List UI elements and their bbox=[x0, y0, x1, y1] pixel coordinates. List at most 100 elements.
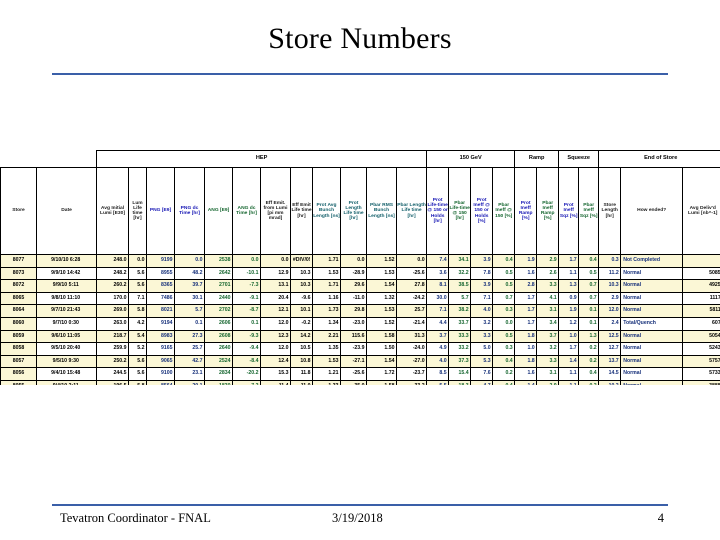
cell-store[interactable]: 8055 bbox=[0, 379, 37, 385]
col-header-ang-dc-time[interactable]: ANG dc Time [hr] bbox=[232, 167, 261, 255]
cell-21[interactable]: Total/Quench bbox=[620, 316, 684, 331]
cell-22[interactable]: 5054 bbox=[682, 329, 720, 344]
cell-21[interactable]: Normal bbox=[620, 304, 684, 318]
col-header-date[interactable]: Date bbox=[36, 167, 97, 255]
cell-21[interactable]: Normal bbox=[620, 329, 684, 344]
cell-11[interactable]: 0.0 bbox=[395, 254, 428, 268]
cell-date[interactable]: 9/4/10 2:11 bbox=[36, 379, 97, 385]
cell-4[interactable]: 1830 bbox=[204, 379, 233, 385]
cell-22[interactable]: 4925 bbox=[682, 279, 720, 293]
cell-19[interactable]: 0.1 bbox=[578, 304, 600, 318]
cell-0[interactable]: 250.2 bbox=[96, 354, 129, 369]
cell-17[interactable]: 3.4 bbox=[536, 316, 560, 331]
table-row[interactable]: 80559/4/10 2:11196.55.8856420.11830-7.21… bbox=[0, 379, 720, 385]
cell-0[interactable]: 248.2 bbox=[96, 266, 129, 281]
cell-12[interactable]: 3.6 bbox=[426, 266, 450, 281]
cell-20[interactable]: 14.5 bbox=[598, 367, 622, 381]
cell-4[interactable]: 2642 bbox=[204, 266, 233, 281]
cell-10[interactable]: 1.54 bbox=[366, 354, 397, 369]
cell-3[interactable]: 25.7 bbox=[174, 342, 205, 356]
cell-13[interactable]: 37.3 bbox=[448, 354, 472, 369]
cell-7[interactable]: -9.6 bbox=[290, 291, 313, 306]
col-header-prot-bunch-length[interactable]: Prot Avg Bunch Length [ns] bbox=[312, 167, 341, 255]
cell-3[interactable]: 48.2 bbox=[174, 266, 205, 281]
cell-22[interactable]: 5733 bbox=[682, 367, 720, 381]
cell-12[interactable]: 4.9 bbox=[426, 342, 450, 356]
col-header-avg-delivd-lumi[interactable]: Avg Deliv'd Lumi [nb^-1] bbox=[682, 167, 720, 255]
cell-20[interactable]: 12.5 bbox=[598, 329, 622, 344]
cell-13[interactable]: 5.7 bbox=[448, 291, 472, 306]
cell-8[interactable]: 1.33 bbox=[312, 379, 341, 385]
cell-0[interactable]: 244.5 bbox=[96, 367, 129, 381]
cell-20[interactable]: 13.7 bbox=[598, 354, 622, 369]
col-header-store-length[interactable]: Store Length [hr] bbox=[598, 167, 622, 255]
cell-12[interactable]: 4.4 bbox=[426, 316, 450, 331]
cell-4[interactable]: 2640 bbox=[204, 342, 233, 356]
table-row[interactable]: 8077 9/10/10 6:28 248.0 0.0 9199 0.0 2538 0.0 0.… bbox=[0, 254, 720, 268]
cell-5[interactable]: -7.2 bbox=[232, 379, 261, 385]
cell-11[interactable]: -21.4 bbox=[395, 316, 428, 331]
cell-11[interactable]: -24.2 bbox=[395, 291, 428, 306]
cell-13[interactable]: 38.2 bbox=[448, 304, 472, 318]
cell-18[interactable]: 1.9 bbox=[558, 304, 580, 318]
col-header-ang[interactable]: ANG [E9] bbox=[204, 167, 233, 255]
cell-date[interactable]: 9/8/10 11:10 bbox=[36, 291, 97, 306]
cell-9[interactable]: -23.9 bbox=[340, 342, 367, 356]
col-header-png-dc-time[interactable]: PNG dc Time [hr] bbox=[174, 167, 205, 255]
cell-17[interactable]: 3.2 bbox=[536, 342, 560, 356]
cell-16[interactable]: 1.7 bbox=[514, 304, 538, 318]
cell-0[interactable]: 248.0 bbox=[96, 254, 129, 268]
cell-14[interactable]: 7.6 bbox=[470, 367, 494, 381]
cell-17[interactable]: 3.3 bbox=[536, 279, 560, 293]
cell-8[interactable]: 1.71 bbox=[312, 279, 341, 293]
cell-11[interactable]: 31.3 bbox=[395, 329, 428, 344]
cell-18[interactable]: 1.4 bbox=[558, 354, 580, 369]
cell-date[interactable]: 9/5/10 20:40 bbox=[36, 342, 97, 356]
cell-14[interactable]: 3.9 bbox=[470, 279, 494, 293]
cell-21[interactable]: Normal bbox=[620, 367, 684, 381]
cell-9[interactable]: -11.0 bbox=[340, 291, 367, 306]
table-row[interactable]: 8057 9/5/10 9:30 250.2 5.6 9065 42.7 2524 -8.4 1… bbox=[0, 354, 720, 369]
cell-10[interactable]: 1.52 bbox=[366, 254, 397, 268]
cell-5[interactable]: -9.3 bbox=[232, 329, 261, 344]
cell-11[interactable]: -23.7 bbox=[395, 367, 428, 381]
cell-19[interactable]: 0.5 bbox=[578, 266, 600, 281]
cell-22[interactable]: 5085 bbox=[682, 266, 720, 281]
col-header-how-ended[interactable]: How ended? bbox=[620, 167, 684, 255]
cell-7[interactable]: 10.3 bbox=[290, 266, 313, 281]
cell-21[interactable]: Normal bbox=[620, 342, 684, 356]
cell-17[interactable]: 3.1 bbox=[536, 367, 560, 381]
cell-15[interactable]: 0.0 bbox=[492, 316, 516, 331]
cell-17[interactable]: 4.1 bbox=[536, 291, 560, 306]
table-row[interactable]: 8073 9/9/10 14:42 248.2 5.6 8955 48.2 2642 -10.… bbox=[0, 266, 720, 281]
cell-8[interactable]: 1.53 bbox=[312, 266, 341, 281]
cell-13[interactable]: 33.7 bbox=[448, 316, 472, 331]
cell-11[interactable]: -24.0 bbox=[395, 342, 428, 356]
cell-9[interactable]: 29.8 bbox=[340, 304, 367, 318]
cell-store[interactable]: 8060 bbox=[0, 316, 37, 331]
cell-4[interactable]: 2701 bbox=[204, 279, 233, 293]
cell-12[interactable]: 8.5 bbox=[426, 367, 450, 381]
cell-5[interactable]: -8.4 bbox=[232, 354, 261, 369]
cell-11[interactable]: -25.6 bbox=[395, 266, 428, 281]
cell-21[interactable]: Normal bbox=[620, 379, 684, 385]
cell-20[interactable]: 2.4 bbox=[598, 316, 622, 331]
cell-14[interactable]: 3.3 bbox=[470, 329, 494, 344]
cell-14[interactable]: 3.9 bbox=[470, 254, 494, 268]
cell-store[interactable]: 8073 bbox=[0, 266, 37, 281]
cell-1[interactable]: 4.2 bbox=[128, 316, 147, 331]
cell-10[interactable]: 1.72 bbox=[366, 367, 397, 381]
cell-0[interactable]: 218.7 bbox=[96, 329, 129, 344]
cell-5[interactable]: -10.1 bbox=[232, 266, 261, 281]
cell-18[interactable]: 1.3 bbox=[558, 279, 580, 293]
cell-9[interactable]: -23.0 bbox=[340, 316, 367, 331]
cell-3[interactable]: 30.1 bbox=[174, 291, 205, 306]
cell-6[interactable]: 12.3 bbox=[260, 329, 291, 344]
cell-store[interactable]: 8057 bbox=[0, 354, 37, 369]
cell-19[interactable]: 0.2 bbox=[578, 342, 600, 356]
cell-19[interactable]: 0.7 bbox=[578, 279, 600, 293]
cell-1[interactable]: 5.6 bbox=[128, 354, 147, 369]
cell-21[interactable]: Normal bbox=[620, 291, 684, 306]
cell-date[interactable]: 9/4/10 15:48 bbox=[36, 367, 97, 381]
cell-6[interactable]: 12.0 bbox=[260, 342, 291, 356]
